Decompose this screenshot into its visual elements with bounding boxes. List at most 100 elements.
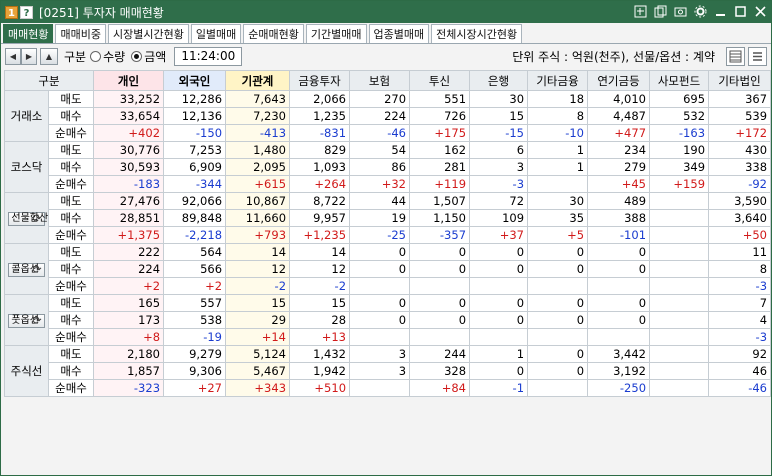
up-down-spinner[interactable]: ▲ xyxy=(40,48,58,65)
cell xyxy=(527,175,589,193)
table-header-row: 구분 개인 외국인 기관계 금융투자 보험 투신 은행 기타금융 연기금등 사모펀드 기타법인 xyxy=(3,70,772,91)
cell: +172 xyxy=(708,124,772,142)
title-bar: 1 ? [0251] 투자자 매매현황 xyxy=(1,1,771,23)
screen-title: 투자자 매매현황 xyxy=(82,5,164,20)
tab-1[interactable]: 매매비중 xyxy=(55,24,106,43)
column-header-2[interactable]: 외국인 xyxy=(163,70,227,91)
tab-bar: 매매현황 매매비중 시장별시간현황 일별매매 순매매현황 기간별매매 업종별매매 전체시장시간… xyxy=(1,23,771,44)
camera-icon[interactable] xyxy=(673,5,687,19)
help-button[interactable]: ? xyxy=(20,5,33,19)
list-settings-icon[interactable] xyxy=(748,47,767,66)
cell: 0 xyxy=(409,311,471,329)
close-icon[interactable] xyxy=(753,5,767,19)
cell: 0 xyxy=(409,294,471,312)
tab-0[interactable]: 매매현황 xyxy=(3,24,54,43)
tab-2[interactable]: 시장별시간현황 xyxy=(107,24,189,43)
main-window: 1 ? [0251] 투자자 매매현황 매매현황 매매비중 시장별시간현황 일별… xyxy=(0,0,772,476)
cell: 30 xyxy=(527,192,589,210)
radio-quantity-circle[interactable] xyxy=(90,51,102,62)
column-header-1[interactable]: 개인 xyxy=(93,70,165,91)
link-icon[interactable] xyxy=(633,5,647,19)
group-name: 콜옵션 xyxy=(11,264,39,275)
cell: 538 xyxy=(163,311,227,329)
cell: 0 xyxy=(469,243,529,261)
cell: +45 xyxy=(587,175,651,193)
cell: -92 xyxy=(708,175,772,193)
table-row: 거래소 매도 33,252 12,286 7,643 2,066 270 551 30 18 4,0… xyxy=(4,90,772,142)
cell: 279 xyxy=(587,158,651,176)
cell: 30,776 xyxy=(93,141,165,159)
cell: 33,252 xyxy=(93,90,165,108)
radio-amount-circle[interactable] xyxy=(131,51,143,62)
column-header-4[interactable]: 금융투자 xyxy=(289,70,351,91)
cell: 109 xyxy=(469,209,529,227)
cell: +119 xyxy=(409,175,471,193)
group-name: 코스닥 xyxy=(10,160,43,174)
group-toggle-button[interactable]: 풋옵션 ⟳ xyxy=(8,314,45,328)
cell: +32 xyxy=(349,175,411,193)
column-header-7[interactable]: 은행 xyxy=(469,70,529,91)
cell: -2,218 xyxy=(163,226,227,244)
gear-icon[interactable] xyxy=(693,5,707,19)
cell: 1,150 xyxy=(409,209,471,227)
group-toggle-button[interactable]: 콜옵션 ⟳ xyxy=(8,263,45,277)
cell: 0 xyxy=(469,362,529,380)
tab-6[interactable]: 업종별매매 xyxy=(368,24,430,43)
cell: 173 xyxy=(93,311,165,329)
cell: +477 xyxy=(587,124,651,142)
cell: 15 xyxy=(469,107,529,125)
next-arrow-button[interactable]: ▶ xyxy=(21,48,37,65)
cell: -150 xyxy=(163,124,227,142)
grid-view-icon[interactable] xyxy=(726,47,745,66)
copy-icon[interactable] xyxy=(653,5,667,19)
column-header-0[interactable]: 구분 xyxy=(3,70,95,91)
cell: 0 xyxy=(527,311,589,329)
row-label: 순매수 xyxy=(47,175,95,193)
cell: +14 xyxy=(225,328,291,346)
column-header-6[interactable]: 투신 xyxy=(409,70,471,91)
column-header-8[interactable]: 기타금융 xyxy=(527,70,589,91)
minimize-icon[interactable] xyxy=(713,5,727,19)
refresh-icon[interactable]: ⟳ xyxy=(32,213,41,224)
cell xyxy=(649,379,710,397)
cell: 0 xyxy=(349,311,411,329)
group-toggle-button[interactable]: 선물합산 ⟳ xyxy=(8,212,48,226)
cell: 0 xyxy=(409,260,471,278)
cell: -357 xyxy=(409,226,471,244)
cell: 2,066 xyxy=(289,90,351,108)
maximize-icon[interactable] xyxy=(733,5,747,19)
cell: 328 xyxy=(409,362,471,380)
cell xyxy=(649,192,710,210)
table-row: 코스닥 매도 30,776 7,253 1,480 829 54 162 6 1 234 190 430 xyxy=(4,141,772,193)
group-label-1: 코스닥 xyxy=(4,141,49,193)
tab-4[interactable]: 순매매현황 xyxy=(243,24,304,43)
refresh-icon[interactable]: ⟳ xyxy=(32,264,41,275)
cell: 338 xyxy=(708,158,772,176)
screen-number-badge[interactable]: 1 xyxy=(5,5,18,19)
time-input[interactable]: 11:24:00 xyxy=(174,47,243,66)
radio-quantity[interactable]: 수량 xyxy=(90,48,125,65)
row-label: 매수 xyxy=(47,209,95,227)
cell: 1,942 xyxy=(289,362,351,380)
row-label: 순매수 xyxy=(47,379,95,397)
radio-amount[interactable]: 금액 xyxy=(131,48,166,65)
prev-arrow-button[interactable]: ◀ xyxy=(5,48,21,65)
column-header-11[interactable]: 기타법인 xyxy=(708,70,772,91)
column-header-3[interactable]: 기관계 xyxy=(225,70,291,91)
cell: 0 xyxy=(409,243,471,261)
cell xyxy=(409,328,471,346)
tab-5[interactable]: 기간별매매 xyxy=(305,24,367,43)
group-label-3[interactable]: 콜옵션 ⟳ xyxy=(4,243,49,295)
cell: -1 xyxy=(469,379,529,397)
cell: 1,507 xyxy=(409,192,471,210)
cell: 6,909 xyxy=(163,158,227,176)
group-label-2[interactable]: 선물합산 ⟳ xyxy=(4,192,49,244)
column-header-10[interactable]: 사모펀드 xyxy=(649,70,710,91)
column-header-9[interactable]: 연기금등 xyxy=(587,70,651,91)
group-label-4[interactable]: 풋옵션 ⟳ xyxy=(4,294,49,346)
tab-7[interactable]: 전체시장시간현황 xyxy=(431,24,523,43)
tab-3[interactable]: 일별매매 xyxy=(190,24,242,43)
refresh-icon[interactable]: ⟳ xyxy=(32,315,41,326)
cell: 3,640 xyxy=(708,209,772,227)
column-header-5[interactable]: 보험 xyxy=(349,70,411,91)
